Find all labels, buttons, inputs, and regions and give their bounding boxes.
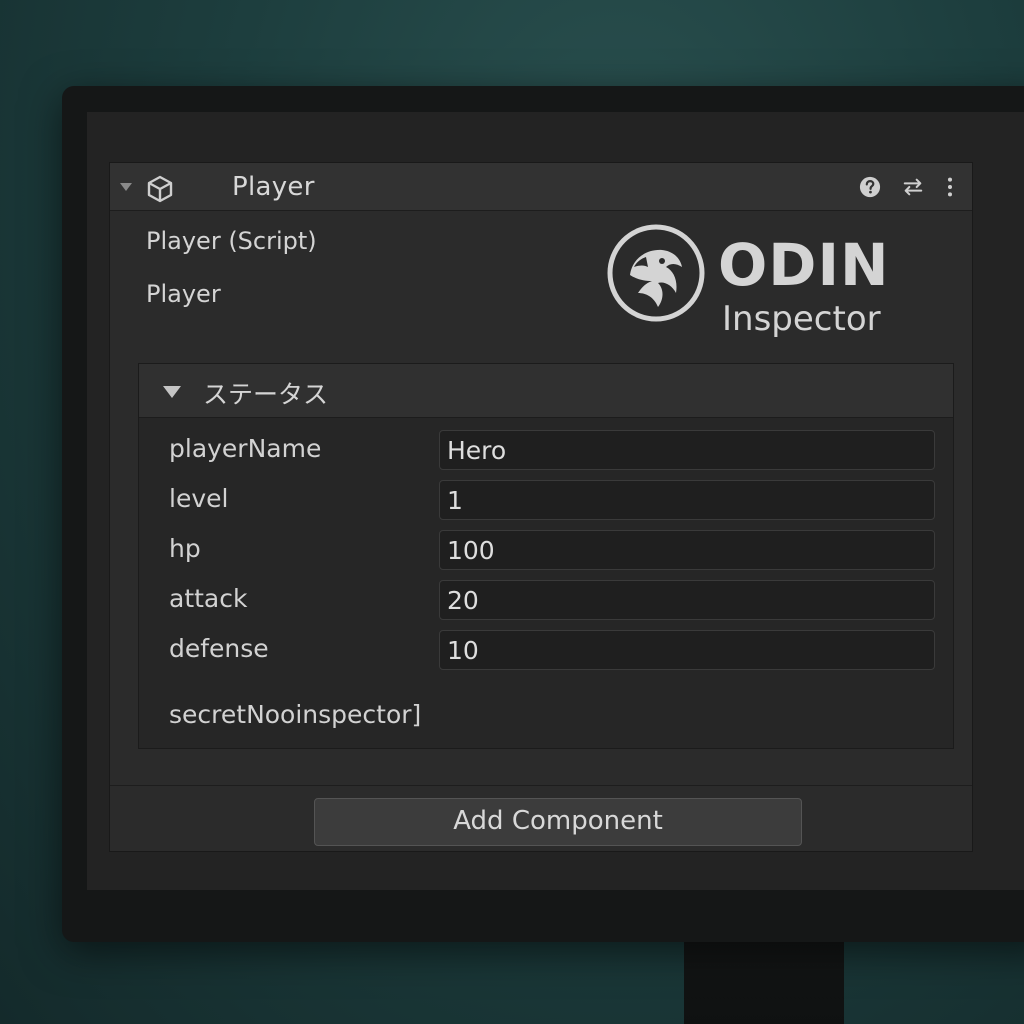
odin-logo-title: ODIN	[718, 231, 890, 299]
field-row-playername: playerName	[139, 430, 953, 472]
inspector-panel: Player Player (Script) Player ODIN Inspe…	[109, 162, 973, 852]
component-header[interactable]: Player	[110, 163, 972, 211]
hidden-field-note: secretNooinspector]	[169, 700, 422, 729]
component-foldout-icon[interactable]	[120, 183, 132, 191]
odin-logo-subtitle: Inspector	[722, 299, 881, 339]
status-group: ステータス playerName level hp attack	[138, 363, 954, 749]
hp-input[interactable]	[439, 530, 935, 570]
preset-icon[interactable]	[901, 176, 925, 198]
field-label-defense: defense	[169, 634, 269, 663]
editor-screen: Player Player (Script) Player ODIN Inspe…	[87, 112, 1024, 890]
defense-input[interactable]	[439, 630, 935, 670]
add-component-button[interactable]: Add Component	[314, 798, 802, 846]
field-label-playername: playerName	[169, 434, 322, 463]
monitor-bezel: Player Player (Script) Player ODIN Inspe…	[62, 86, 1024, 942]
kebab-menu-icon[interactable]	[938, 176, 962, 198]
field-row-hp: hp	[139, 530, 953, 572]
status-group-header[interactable]: ステータス	[139, 364, 953, 418]
component-title: Player	[232, 172, 315, 202]
group-foldout-icon[interactable]	[163, 386, 181, 398]
odin-logo-emblem-icon	[607, 224, 705, 322]
field-label-hp: hp	[169, 534, 201, 563]
cube-icon	[147, 175, 173, 203]
status-group-title: ステータス	[203, 380, 329, 409]
field-row-defense: defense	[139, 630, 953, 672]
help-icon[interactable]	[858, 176, 882, 198]
attack-input[interactable]	[439, 580, 935, 620]
script-label: Player (Script)	[146, 227, 317, 255]
field-row-attack: attack	[139, 580, 953, 622]
script-value[interactable]: Player	[146, 280, 221, 308]
footer-divider	[110, 785, 972, 786]
field-row-level: level	[139, 480, 953, 522]
field-label-attack: attack	[169, 584, 248, 613]
playername-input[interactable]	[439, 430, 935, 470]
field-label-level: level	[169, 484, 229, 513]
level-input[interactable]	[439, 480, 935, 520]
monitor-stand	[684, 935, 844, 1024]
